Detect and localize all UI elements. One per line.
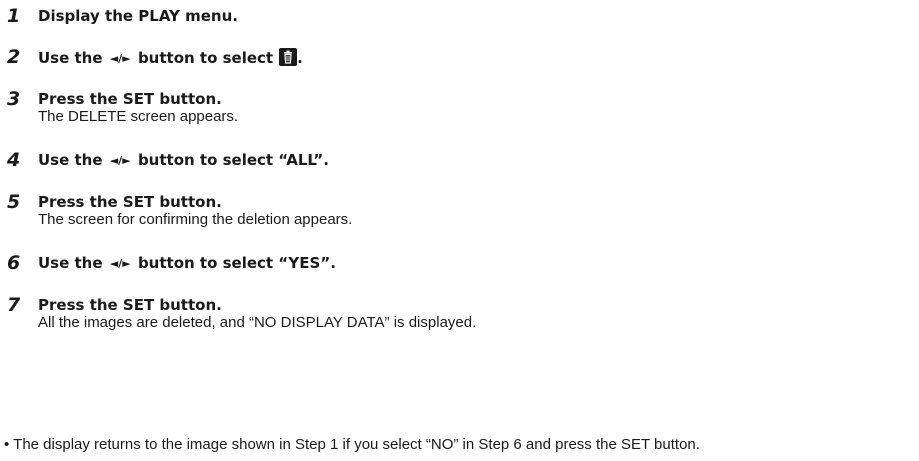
step-number: 3 [7,88,21,110]
step-title-start: Use the [38,151,103,169]
step-number: 4 [7,149,21,171]
step-description: The DELETE screen appears. [38,108,239,125]
step-number: 7 [7,294,21,316]
step-title: Press the SET button. [38,193,222,211]
step-number: 1 [7,5,21,27]
bullet: • [4,436,10,453]
step-title-start: Use the [38,49,103,67]
left-right-arrows-icon: ◄/► [109,52,131,65]
step-title-end: button to select “YES”. [137,254,336,272]
left-right-arrows-icon: ◄/► [109,154,131,167]
step-number: 5 [7,191,21,213]
step-title-end: button to select “ALL”. [137,151,329,169]
step-title: Display the PLAY menu. [38,7,238,25]
step-number: 2 [7,46,21,68]
note: • The display returns to the image shown… [4,436,700,454]
step-description: All the images are deleted, and “NO DISP… [38,314,477,331]
step-title: Use the ◄/► button to select “YES”. [38,254,336,273]
trash-icon [279,48,298,66]
step-title-middle: button to select [137,49,274,67]
step-description: The screen for confirming the deletion a… [38,211,353,228]
note-text: The display returns to the image shown i… [13,436,700,453]
step-title: Press the SET button. [38,90,222,108]
step-title: Use the ◄/► button to select “ALL”. [38,151,329,170]
step-number: 6 [7,252,21,274]
step-title: Press the SET button. [38,296,222,314]
step-title: Use the ◄/► button to select. [38,48,303,68]
left-right-arrows-icon: ◄/► [109,257,131,270]
step-title-end: . [297,49,303,67]
step-title-start: Use the [38,254,103,272]
